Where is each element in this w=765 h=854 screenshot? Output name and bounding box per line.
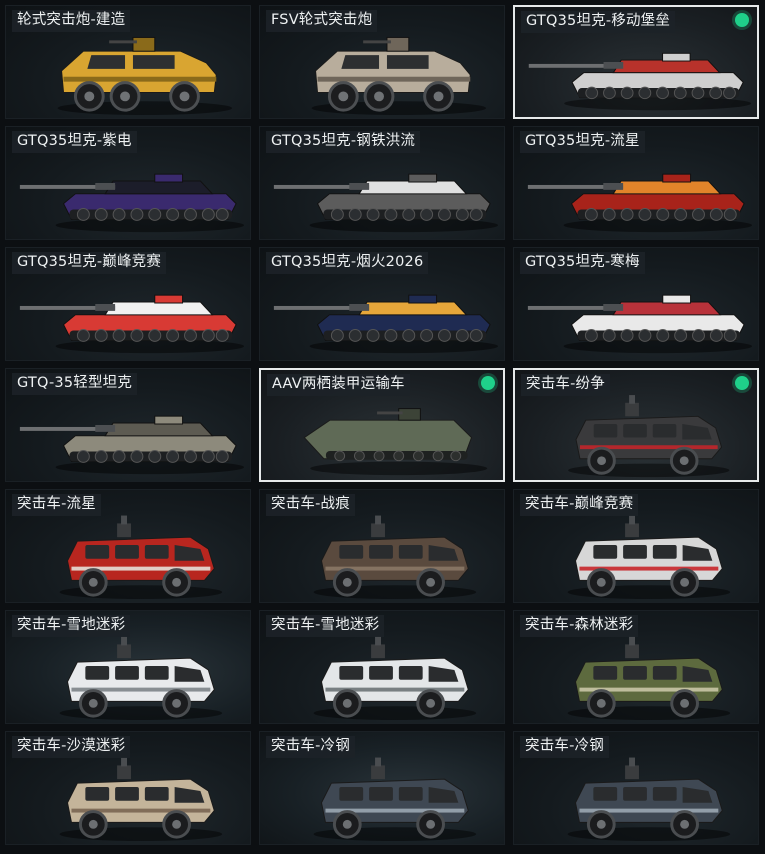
- skin-name: 突击车-雪地迷彩: [12, 615, 131, 637]
- skin-name: GTQ35坦克-巅峰竞赛: [12, 252, 167, 274]
- skin-card[interactable]: 轮式突击炮-建造: [5, 5, 251, 119]
- skin-name: 突击车-雪地迷彩: [266, 615, 385, 637]
- skin-card[interactable]: GTQ-35轻型坦克: [5, 368, 251, 482]
- skin-name: 突击车-森林迷彩: [520, 615, 639, 637]
- skin-card[interactable]: GTQ35坦克-烟火2026: [259, 247, 505, 361]
- assault-vehicle-icon: [313, 636, 477, 721]
- skin-card[interactable]: 突击车-巅峰竞赛: [513, 489, 759, 603]
- tank-icon: [19, 294, 245, 354]
- skin-card[interactable]: 突击车-战痕: [259, 489, 505, 603]
- skin-card[interactable]: GTQ35坦克-钢铁洪流: [259, 126, 505, 240]
- skin-name: GTQ-35轻型坦克: [12, 373, 138, 395]
- wheeled-assault-gun-icon: [311, 36, 487, 116]
- amphibious-carrier-icon: [303, 408, 488, 476]
- skin-name: GTQ35坦克-移动堡垒: [521, 11, 676, 33]
- skin-name: FSV轮式突击炮: [266, 10, 378, 32]
- skin-name: GTQ35坦克-寒梅: [520, 252, 645, 274]
- skin-name: 突击车-纷争: [521, 374, 610, 396]
- skin-name: 突击车-巅峰竞赛: [520, 494, 639, 516]
- skin-name: 突击车-冷钢: [266, 736, 355, 758]
- assault-vehicle-icon: [313, 757, 477, 842]
- assault-vehicle-icon: [313, 515, 477, 600]
- skin-card[interactable]: GTQ35坦克-紫电: [5, 126, 251, 240]
- skin-card[interactable]: GTQ35坦克-移动堡垒: [513, 5, 759, 119]
- assault-vehicle-icon: [567, 515, 731, 600]
- skin-card[interactable]: 突击车-沙漠迷彩: [5, 731, 251, 845]
- skin-card[interactable]: 突击车-冷钢: [513, 731, 759, 845]
- tank-icon: [527, 173, 753, 233]
- skin-name: GTQ35坦克-钢铁洪流: [266, 131, 421, 153]
- skin-card[interactable]: AAV两栖装甲运输车: [259, 368, 505, 482]
- skin-card[interactable]: GTQ35坦克-流星: [513, 126, 759, 240]
- skin-name: GTQ35坦克-流星: [520, 131, 645, 153]
- owned-indicator-icon: [735, 13, 749, 27]
- tank-icon: [528, 52, 752, 111]
- skin-card[interactable]: GTQ35坦克-寒梅: [513, 247, 759, 361]
- tank-icon: [273, 173, 499, 233]
- skin-card[interactable]: FSV轮式突击炮: [259, 5, 505, 119]
- wheeled-assault-gun-icon: [57, 36, 233, 116]
- skin-card[interactable]: 突击车-纷争: [513, 368, 759, 482]
- skin-card[interactable]: 突击车-流星: [5, 489, 251, 603]
- tank-icon: [527, 294, 753, 354]
- skin-name: GTQ35坦克-烟火2026: [266, 252, 429, 274]
- assault-vehicle-icon: [567, 636, 731, 721]
- assault-vehicle-icon: [59, 757, 223, 842]
- skin-card[interactable]: 突击车-雪地迷彩: [5, 610, 251, 724]
- skin-name: 突击车-沙漠迷彩: [12, 736, 131, 758]
- skin-card[interactable]: 突击车-冷钢: [259, 731, 505, 845]
- tank-icon: [19, 415, 245, 475]
- skin-card[interactable]: GTQ35坦克-巅峰竞赛: [5, 247, 251, 361]
- owned-indicator-icon: [735, 376, 749, 390]
- assault-vehicle-icon: [568, 395, 730, 478]
- tank-icon: [19, 173, 245, 233]
- skin-card[interactable]: 突击车-雪地迷彩: [259, 610, 505, 724]
- assault-vehicle-icon: [567, 757, 731, 842]
- assault-vehicle-icon: [59, 515, 223, 600]
- skin-card[interactable]: 突击车-森林迷彩: [513, 610, 759, 724]
- skin-name: 突击车-战痕: [266, 494, 355, 516]
- skin-name: 突击车-冷钢: [520, 736, 609, 758]
- skin-name: 轮式突击炮-建造: [12, 10, 131, 32]
- skin-name: GTQ35坦克-紫电: [12, 131, 137, 153]
- owned-indicator-icon: [481, 376, 495, 390]
- skin-name: AAV两栖装甲运输车: [267, 374, 410, 396]
- skin-name: 突击车-流星: [12, 494, 101, 516]
- tank-icon: [273, 294, 499, 354]
- skin-grid: 轮式突击炮-建造 FSV轮式突击炮 GTQ35坦克-移动堡垒 GTQ35坦克-紫…: [5, 5, 759, 845]
- assault-vehicle-icon: [59, 636, 223, 721]
